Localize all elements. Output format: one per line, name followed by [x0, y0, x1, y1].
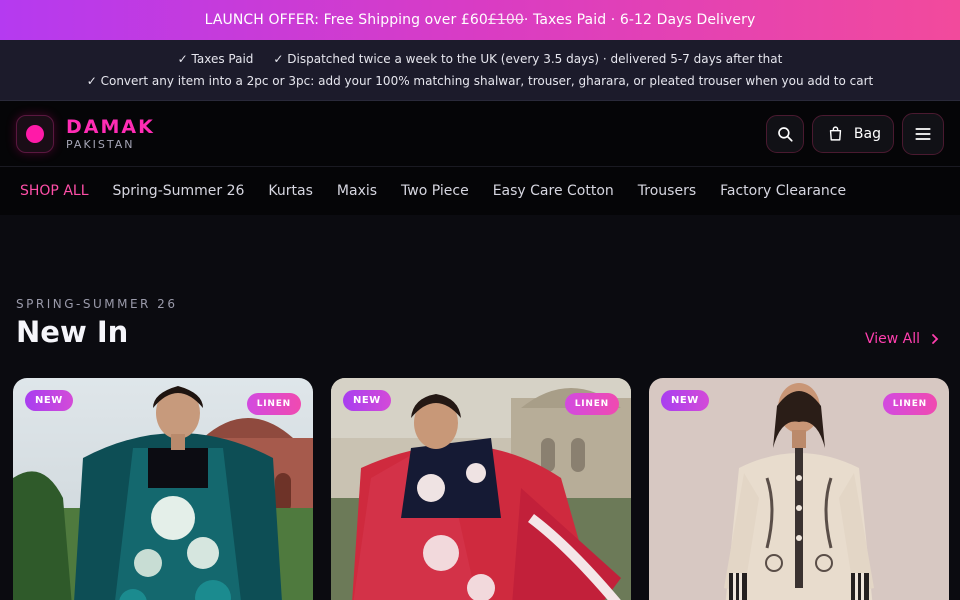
- fabric-badge: LINEN: [882, 393, 937, 415]
- bag-label: Bag: [853, 125, 881, 142]
- info-taxes: ✓ Taxes Paid: [177, 52, 254, 66]
- hamburger-icon: [915, 127, 931, 140]
- info-convert: ✓ Convert any item into a 2pc or 3pc: ad…: [86, 74, 874, 88]
- chevron-right-icon: [932, 334, 939, 344]
- info-bar: ✓ Taxes Paid ✓ Dispatched twice a week t…: [0, 40, 960, 101]
- product-card[interactable]: NEW LINEN: [649, 378, 949, 600]
- site-header: DAMAK PAKISTAN Bag: [0, 101, 960, 167]
- promo-bar: LAUNCH OFFER: Free Shipping over £60 £10…: [0, 0, 960, 40]
- nav-trousers[interactable]: Trousers: [638, 183, 696, 199]
- fabric-badge: LINEN: [246, 393, 301, 415]
- search-button[interactable]: [765, 114, 804, 153]
- menu-button[interactable]: [902, 112, 944, 155]
- brand-name: DAMAK: [66, 115, 155, 138]
- info-dispatch: ✓ Dispatched twice a week to the UK (eve…: [273, 52, 783, 66]
- product-card[interactable]: NEW LINEN: [13, 378, 313, 600]
- logo-icon: [16, 114, 54, 153]
- section-title: New In: [16, 315, 129, 349]
- promo-suffix: · Taxes Paid · 6-12 Days Delivery: [523, 12, 756, 28]
- view-all-label: View All: [864, 331, 920, 347]
- product-card[interactable]: NEW LINEN: [331, 378, 631, 600]
- brand-logo-link[interactable]: DAMAK PAKISTAN: [16, 114, 155, 153]
- new-badge: NEW: [25, 390, 73, 411]
- promo-text: LAUNCH OFFER: Free Shipping over £60: [204, 12, 488, 28]
- nav-factory-clearance[interactable]: Factory Clearance: [720, 183, 846, 199]
- new-badge: NEW: [343, 390, 391, 411]
- nav-spring-summer-26[interactable]: Spring-Summer 26: [113, 183, 245, 199]
- nav-two-piece[interactable]: Two Piece: [401, 183, 469, 199]
- nav-kurtas[interactable]: Kurtas: [268, 183, 312, 199]
- view-all-link[interactable]: View All: [865, 331, 940, 347]
- nav-easy-care-cotton[interactable]: Easy Care Cotton: [493, 183, 614, 199]
- fabric-badge: LINEN: [564, 393, 619, 415]
- brand-sub: PAKISTAN: [66, 137, 135, 151]
- new-badge: NEW: [661, 390, 709, 411]
- bag-icon: [829, 126, 842, 141]
- new-in-section: SPRING-SUMMER 26 New In View All: [0, 297, 960, 349]
- bag-button[interactable]: Bag: [811, 114, 894, 153]
- search-icon: [778, 126, 793, 142]
- category-nav: SHOP ALL Spring-Summer 26 Kurtas Maxis T…: [0, 167, 960, 215]
- nav-shop-all[interactable]: SHOP ALL: [20, 183, 89, 199]
- section-eyebrow: SPRING-SUMMER 26: [16, 297, 178, 311]
- nav-maxis[interactable]: Maxis: [337, 183, 377, 199]
- promo-strike-price: £100: [487, 12, 524, 28]
- product-grid: NEW LINEN NEW LINEN NEW LINEN: [13, 378, 949, 600]
